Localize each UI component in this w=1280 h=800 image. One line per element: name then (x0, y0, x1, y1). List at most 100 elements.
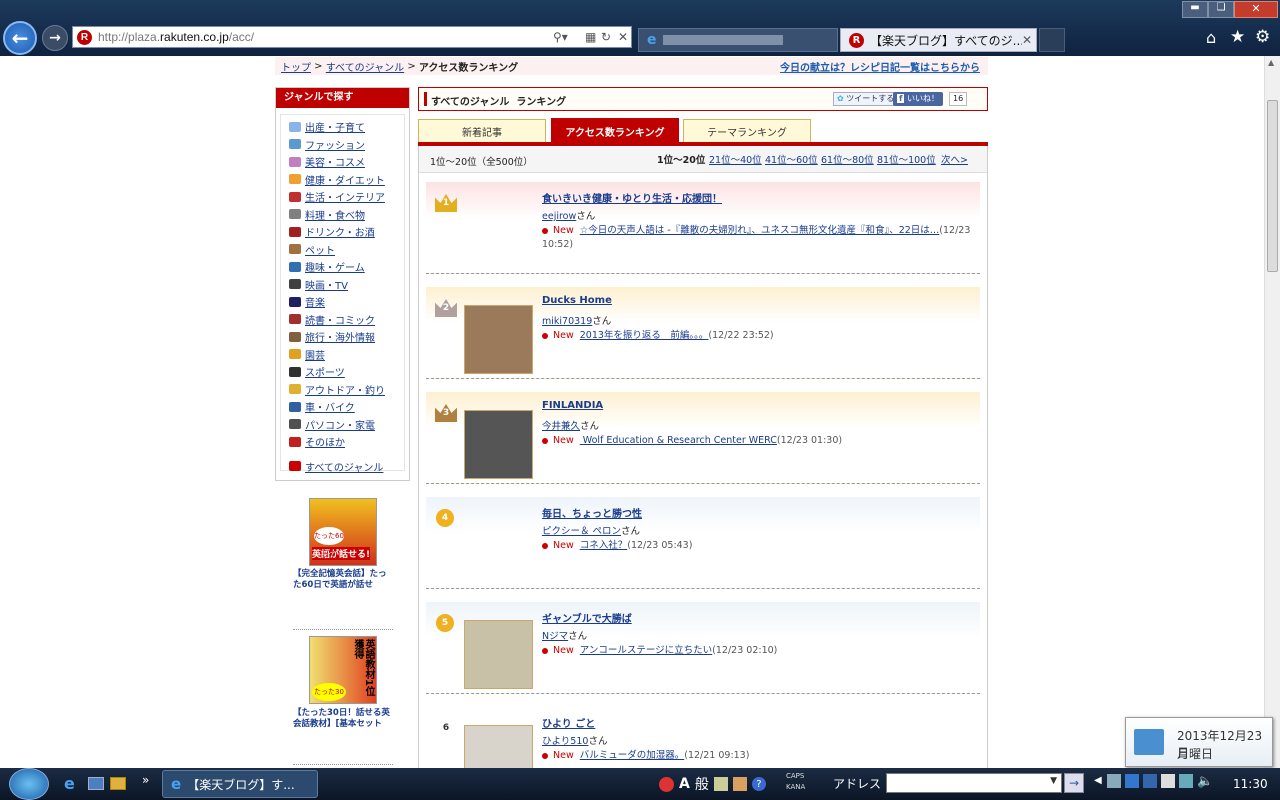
favorites-star-icon[interactable]: ★ (1230, 27, 1245, 47)
post-link[interactable]: ☆今日の天声人語は -『離散の夫婦別れ』、ユネスコ無形文化遺産『和食』、22日は… (580, 225, 940, 236)
post-link[interactable]: 2013年を振り返る 前編。。。 (580, 330, 709, 341)
pager-61-80[interactable]: 61位〜80位 (821, 152, 874, 166)
genre-link[interactable]: 趣味・ゲーム (305, 259, 365, 274)
genre-item[interactable]: そのほか (281, 433, 404, 451)
tweet-button[interactable]: ✿ ツイートする (833, 92, 899, 106)
pager-next[interactable]: 次へ> (941, 152, 968, 166)
back-button[interactable]: ← (3, 21, 37, 55)
genre-link[interactable]: 読書・コミック (305, 312, 375, 327)
genre-item-all[interactable]: すべてのジャンル (281, 458, 404, 476)
genre-item[interactable]: 料理・食べ物 (281, 206, 404, 224)
address-go-button[interactable]: → (1064, 773, 1084, 793)
genre-item[interactable]: 旅行・海外情報 (281, 328, 404, 346)
close-window-button[interactable]: ✕ (1234, 1, 1278, 18)
genre-link[interactable]: スポーツ (305, 364, 345, 379)
author-link[interactable]: 今井兼久 (542, 421, 580, 432)
genre-link[interactable]: 音楽 (305, 294, 325, 309)
genre-item[interactable]: 車・バイク (281, 398, 404, 416)
genre-link[interactable]: 美容・コスメ (305, 154, 365, 169)
close-tab-icon[interactable]: ✕ (1022, 33, 1032, 47)
vertical-scrollbar[interactable]: ▲ (1264, 56, 1280, 768)
genre-link[interactable]: ドリンク・お酒 (305, 224, 375, 239)
post-link[interactable]: バルミューダの加湿器。 (580, 750, 685, 761)
minimize-button[interactable]: ▬ (1182, 1, 1208, 18)
genre-item[interactable]: パソコン・家電 (281, 416, 404, 434)
genre-item[interactable]: アウトドア・釣り (281, 381, 404, 399)
compat-icon[interactable]: ▦ (585, 30, 596, 44)
genre-item[interactable]: 美容・コスメ (281, 153, 404, 171)
genre-item[interactable]: 映画・TV (281, 276, 404, 294)
scroll-up-arrow[interactable]: ▲ (1268, 58, 1274, 67)
genre-item[interactable]: 園芸 (281, 346, 404, 364)
taskbar-address-input[interactable]: ▼ (886, 773, 1062, 793)
genre-item[interactable]: ペット (281, 241, 404, 259)
pager-21-40[interactable]: 21位〜40位 (709, 152, 762, 166)
author-link[interactable]: Nジマ (542, 631, 568, 642)
refresh-icon[interactable]: ↻ (601, 30, 611, 44)
genre-item[interactable]: ドリンク・お酒 (281, 223, 404, 241)
ie-quicklaunch-icon[interactable]: e (64, 774, 75, 793)
blog-title-link[interactable]: ひより ごと (542, 715, 595, 730)
ad-english-30days[interactable]: 英語教材1位獲得 たった30日で (309, 636, 377, 704)
taskbar-window-button[interactable]: e 【楽天ブログ】す... (162, 770, 318, 798)
blog-title-link[interactable]: 食いきいき健康・ゆとり生活・応援団！ (542, 190, 722, 205)
genre-item[interactable]: 音楽 (281, 293, 404, 311)
blog-thumbnail[interactable] (464, 410, 533, 479)
genre-link[interactable]: 旅行・海外情報 (305, 329, 375, 344)
address-dropdown-icon[interactable]: ▼ (1050, 776, 1057, 786)
blog-title-link[interactable]: FINLANDIA (542, 400, 603, 411)
genre-link[interactable]: 生活・インテリア (305, 189, 385, 204)
tab-access-ranking[interactable]: アクセス数ランキング (551, 118, 679, 144)
genre-link[interactable]: 健康・ダイエット (305, 172, 385, 187)
pager-81-100[interactable]: 81位〜100位 (877, 152, 936, 166)
genre-item[interactable]: 趣味・ゲーム (281, 258, 404, 276)
start-button[interactable] (9, 768, 49, 800)
blog-thumbnail[interactable] (464, 620, 533, 689)
new-tab-button[interactable] (1039, 28, 1065, 52)
breadcrumb-top-link[interactable]: トップ (281, 59, 311, 74)
tab-new-articles[interactable]: 新着記事 (418, 119, 546, 143)
genre-link[interactable]: 園芸 (305, 347, 325, 362)
home-icon[interactable]: ⌂ (1206, 28, 1216, 47)
recipe-promo-link[interactable]: 今日の献立は？レシピ日記一覧はこちらから (780, 59, 980, 74)
address-bar[interactable]: R http://plaza. rakuten.co.jp/acc/ ⚲▾ ▦ ↻… (72, 26, 632, 48)
genre-item[interactable]: 健康・ダイエット (281, 171, 404, 189)
genre-item[interactable]: 読書・コミック (281, 311, 404, 329)
tab-blank[interactable]: e (638, 28, 838, 52)
genre-link[interactable]: アウトドア・釣り (305, 382, 385, 397)
author-link[interactable]: eejirow (542, 211, 576, 222)
blog-title-link[interactable]: 毎日、ちょっと勝つ性 (542, 505, 642, 520)
scroll-thumb[interactable] (1267, 100, 1278, 272)
genre-link[interactable]: 車・バイク (305, 399, 355, 414)
ad-english-30days-caption[interactable]: 【たった30日！話せる英会話教材】[基本セット (293, 708, 393, 730)
genre-item[interactable]: スポーツ (281, 363, 404, 381)
genre-link[interactable]: 出産・子育て (305, 119, 365, 134)
genre-link[interactable]: パソコン・家電 (305, 417, 375, 432)
pager-41-60[interactable]: 41位〜60位 (765, 152, 818, 166)
post-link[interactable]: アンコールステージに立ちたい (580, 645, 712, 656)
folder-quicklaunch-icon[interactable] (110, 777, 126, 790)
genre-link[interactable]: ファッション (305, 137, 365, 152)
author-link[interactable]: miki70319 (542, 316, 592, 327)
genre-item[interactable]: ファッション (281, 136, 404, 154)
ad-english-60days[interactable]: 英語が話せる! たった60日で (309, 498, 377, 566)
genre-link[interactable]: そのほか (305, 434, 345, 449)
clock[interactable]: 11:30 (1233, 777, 1268, 791)
genre-link[interactable]: 料理・食べ物 (305, 207, 365, 222)
stop-icon[interactable]: ✕ (618, 30, 628, 44)
genre-link[interactable]: 映画・TV (305, 277, 348, 292)
blog-thumbnail[interactable] (464, 725, 533, 768)
maximize-button[interactable]: ❏ (1208, 1, 1234, 18)
genre-item[interactable]: 出産・子育て (281, 118, 404, 136)
like-button[interactable]: f いいね！ (893, 92, 944, 106)
forward-button[interactable]: → (42, 25, 68, 51)
all-genres-link[interactable]: すべてのジャンル (305, 459, 383, 474)
tools-gear-icon[interactable]: ⚙ (1255, 27, 1270, 47)
tray-expand-icon[interactable]: ◀ (1094, 775, 1102, 786)
ad-english-60days-caption[interactable]: 【完全記憶英会話】たった60日で英語が話せ (293, 569, 393, 591)
more-quicklaunch-icon[interactable]: » (142, 773, 149, 787)
blog-thumbnail[interactable] (464, 305, 533, 374)
author-link[interactable]: ピクシー＆ ペロン (542, 526, 621, 537)
post-link[interactable]: Wolf Education & Research Center WERC (580, 435, 777, 446)
tray-icons[interactable]: 🔈 (1107, 774, 1227, 792)
